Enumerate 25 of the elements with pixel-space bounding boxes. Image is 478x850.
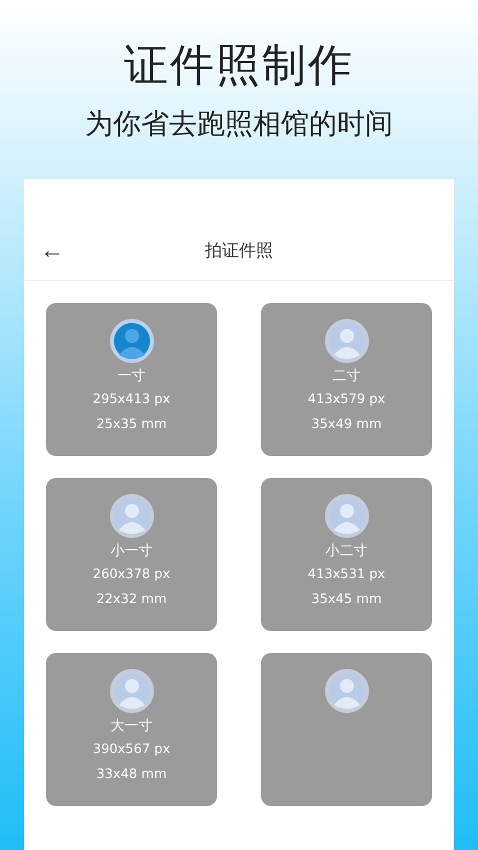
mm-size: 35x49 mm [311,416,382,434]
size-card[interactable]: 一寸 295x413 px 25x35 mm [46,303,217,456]
size-card[interactable] [261,653,432,806]
pixel-size: 295x413 px [92,391,170,409]
size-card[interactable]: 大一寸 390x567 px 33x48 mm [46,653,217,806]
size-name: 小二寸 [326,542,368,561]
screen-title: 拍证件照 [205,240,273,263]
size-card[interactable]: 小一寸 260x378 px 22x32 mm [46,478,217,631]
size-name: 大一寸 [110,717,152,736]
mm-size: 22x32 mm [96,591,167,609]
subheadline: 为你省去跑照相馆的时间 [85,106,393,142]
mm-size: 33x48 mm [96,766,167,784]
pixel-size: 413x579 px [308,391,386,409]
size-card[interactable]: 小二寸 413x531 px 35x45 mm [261,478,432,631]
mm-size: 25x35 mm [96,416,167,434]
pixel-size: 260x378 px [92,566,170,584]
headline: 证件照制作 [124,39,354,93]
size-name: 一寸 [118,367,146,386]
size-card[interactable]: 二寸 413x579 px 35x49 mm [261,303,432,456]
mm-size: 35x45 mm [311,591,382,609]
pixel-size: 413x531 px [308,566,386,584]
size-name: 二寸 [332,367,360,386]
size-name: 小一寸 [110,542,152,561]
pixel-size: 390x567 px [92,741,170,759]
back-button[interactable]: ← [40,236,64,266]
